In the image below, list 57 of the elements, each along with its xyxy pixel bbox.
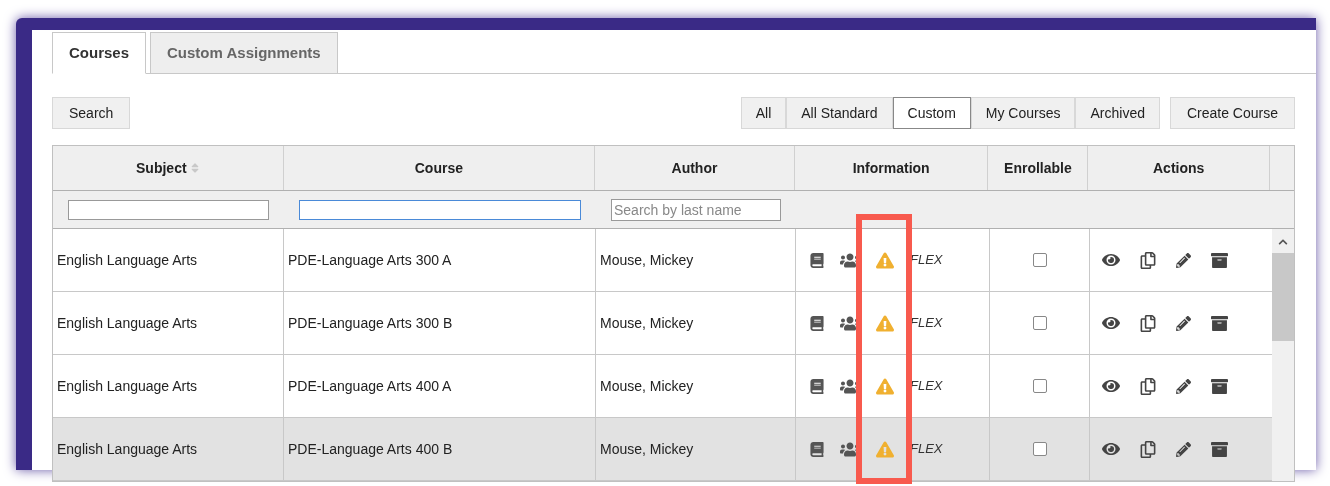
table-cell-text: Mouse, Mickey [600, 376, 694, 396]
filter-button[interactable]: Archived [1075, 97, 1160, 129]
filter-button[interactable]: Custom [892, 97, 971, 129]
course-filter-field[interactable] [299, 199, 581, 220]
table-cell-text: English Language Arts [57, 376, 198, 396]
pencil-icon[interactable] [1176, 378, 1191, 394]
create-course-button[interactable]: Create Course [1169, 97, 1295, 129]
enrollable-checkbox[interactable] [1032, 253, 1047, 267]
column-header[interactable]: Information [852, 157, 930, 179]
tab[interactable]: Custom Assignments [150, 32, 338, 74]
filter-button[interactable]: All [740, 97, 787, 129]
scroll-up-icon[interactable] [1278, 237, 1288, 247]
book-icon[interactable] [810, 441, 824, 457]
subject-filter-field[interactable] [68, 199, 269, 220]
pencil-icon[interactable] [1176, 315, 1191, 331]
table-cell-text: PDE-Language Arts 400 B [288, 439, 453, 459]
copy-icon[interactable] [1140, 377, 1156, 395]
view-icon[interactable] [1102, 441, 1120, 457]
copy-icon[interactable] [1140, 440, 1156, 458]
archive-icon[interactable] [1211, 314, 1228, 332]
table-cell-text: Mouse, Mickey [600, 439, 694, 459]
filter-button[interactable]: My Courses [970, 97, 1076, 129]
column-header[interactable]: Actions [1153, 157, 1205, 179]
table-cell-text: English Language Arts [57, 439, 198, 459]
enrollable-checkbox[interactable] [1032, 442, 1047, 456]
copy-icon[interactable] [1140, 314, 1156, 332]
book-icon[interactable] [810, 315, 824, 331]
tab[interactable]: Courses [52, 32, 147, 74]
table-cell-text: English Language Arts [57, 250, 198, 270]
enrollable-checkbox[interactable] [1032, 379, 1047, 393]
table-cell-text: Mouse, Mickey [600, 313, 694, 333]
search-button[interactable]: Search [52, 97, 131, 129]
column-header[interactable]: Course [414, 157, 463, 179]
book-icon[interactable] [810, 252, 824, 268]
column-header[interactable]: Subject [136, 157, 187, 179]
enrollable-checkbox[interactable] [1032, 316, 1047, 330]
column-header[interactable]: Enrollable [1004, 157, 1072, 179]
pencil-icon[interactable] [1176, 441, 1191, 457]
filter-button[interactable]: All Standard [786, 97, 893, 129]
archive-icon[interactable] [1211, 377, 1228, 395]
archive-icon[interactable] [1211, 251, 1228, 269]
author-filter-field[interactable]: Search by last name [611, 198, 781, 221]
scrollbar-thumb[interactable] [1272, 253, 1294, 341]
book-icon[interactable] [810, 378, 824, 394]
table-cell-text: PDE-Language Arts 300 B [288, 313, 453, 333]
table-cell-text: English Language Arts [57, 313, 198, 333]
table-cell-text: PDE-Language Arts 400 A [288, 376, 452, 396]
pencil-icon[interactable] [1176, 252, 1191, 268]
table-cell-text: Mouse, Mickey [600, 250, 694, 270]
view-icon[interactable] [1102, 378, 1120, 394]
copy-icon[interactable] [1140, 251, 1156, 269]
column-header[interactable]: Author [671, 157, 718, 179]
view-icon[interactable] [1102, 315, 1120, 331]
view-icon[interactable] [1102, 252, 1120, 268]
scrollbar[interactable] [1272, 229, 1294, 481]
archive-icon[interactable] [1211, 440, 1228, 458]
table-cell-text: PDE-Language Arts 300 A [288, 250, 452, 270]
